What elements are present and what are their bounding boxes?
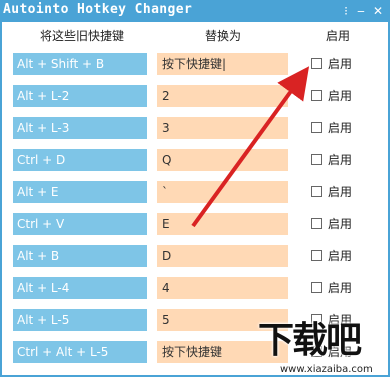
- replacement-key-field[interactable]: `: [157, 181, 288, 203]
- old-hotkey-field[interactable]: Ctrl + V: [13, 213, 147, 235]
- old-hotkey-field[interactable]: Alt + L-5: [13, 309, 147, 331]
- old-hotkey-field[interactable]: Alt + Shift + B: [13, 53, 147, 75]
- hotkey-row: Alt + L-4 4 启用: [0, 277, 390, 307]
- app-window: Autointo Hotkey Changer ⁝ ‒ ✕ 将这些旧快捷键 替换…: [0, 0, 390, 377]
- hotkey-row: Alt + E ` 启用: [0, 181, 390, 211]
- watermark: 下载吧 www.xiazaiba.com: [258, 318, 390, 377]
- old-hotkey-field[interactable]: Alt + L-4: [13, 277, 147, 299]
- enable-checkbox[interactable]: [311, 90, 322, 101]
- hotkey-row: Ctrl + D Q 启用: [0, 149, 390, 179]
- watermark-logo: 下载吧: [258, 320, 362, 361]
- enable-checkbox[interactable]: [311, 282, 322, 293]
- replacement-key-field[interactable]: 3: [157, 117, 288, 139]
- hotkey-row: Alt + B D 启用: [0, 245, 390, 275]
- old-hotkey-field[interactable]: Ctrl + Alt + L-5: [13, 341, 147, 363]
- minimize-button[interactable]: ‒: [353, 1, 369, 21]
- title-bar[interactable]: Autointo Hotkey Changer ⁝ ‒ ✕: [0, 0, 390, 22]
- enable-checkbox-label[interactable]: 启用: [328, 183, 352, 200]
- old-hotkey-field[interactable]: Alt + L-3: [13, 117, 147, 139]
- replacement-key-field[interactable]: Q: [157, 149, 288, 171]
- enable-checkbox-label[interactable]: 启用: [328, 247, 352, 264]
- enable-checkbox-label[interactable]: 启用: [328, 87, 352, 104]
- old-hotkey-field[interactable]: Ctrl + D: [13, 149, 147, 171]
- hotkey-row: Alt + L-2 2 启用: [0, 85, 390, 115]
- window-title: Autointo Hotkey Changer: [3, 2, 193, 17]
- hotkey-row: Ctrl + V E 启用: [0, 213, 390, 243]
- header-enable: 启用: [326, 29, 351, 43]
- replacement-key-field[interactable]: 按下快捷键|: [157, 53, 288, 75]
- enable-checkbox-label[interactable]: 启用: [328, 119, 352, 136]
- close-button[interactable]: ✕: [370, 1, 386, 21]
- old-hotkey-field[interactable]: Alt + L-2: [13, 85, 147, 107]
- enable-checkbox[interactable]: [311, 154, 322, 165]
- enable-checkbox-label[interactable]: 启用: [328, 279, 352, 296]
- enable-checkbox[interactable]: [311, 186, 322, 197]
- enable-checkbox[interactable]: [311, 122, 322, 133]
- enable-checkbox[interactable]: [311, 250, 322, 261]
- replacement-key-field[interactable]: D: [157, 245, 288, 267]
- watermark-url: www.xiazaiba.com: [278, 364, 375, 375]
- enable-checkbox-label[interactable]: 启用: [328, 55, 352, 72]
- old-hotkey-field[interactable]: Alt + E: [13, 181, 147, 203]
- replacement-key-field[interactable]: 4: [157, 277, 288, 299]
- enable-checkbox-label[interactable]: 启用: [328, 215, 352, 232]
- header-replace-with: 替换为: [205, 29, 242, 43]
- replacement-key-field[interactable]: 2: [157, 85, 288, 107]
- old-hotkey-field[interactable]: Alt + B: [13, 245, 147, 267]
- hotkey-row: Alt + L-3 3 启用: [0, 117, 390, 147]
- hotkey-row: Alt + Shift + B 按下快捷键| 启用: [0, 53, 390, 83]
- enable-checkbox-label[interactable]: 启用: [328, 151, 352, 168]
- enable-checkbox[interactable]: [311, 58, 322, 69]
- header-old-key: 将这些旧快捷键: [40, 29, 125, 43]
- replacement-key-field[interactable]: E: [157, 213, 288, 235]
- enable-checkbox[interactable]: [311, 218, 322, 229]
- menu-icon[interactable]: ⁝: [338, 1, 354, 21]
